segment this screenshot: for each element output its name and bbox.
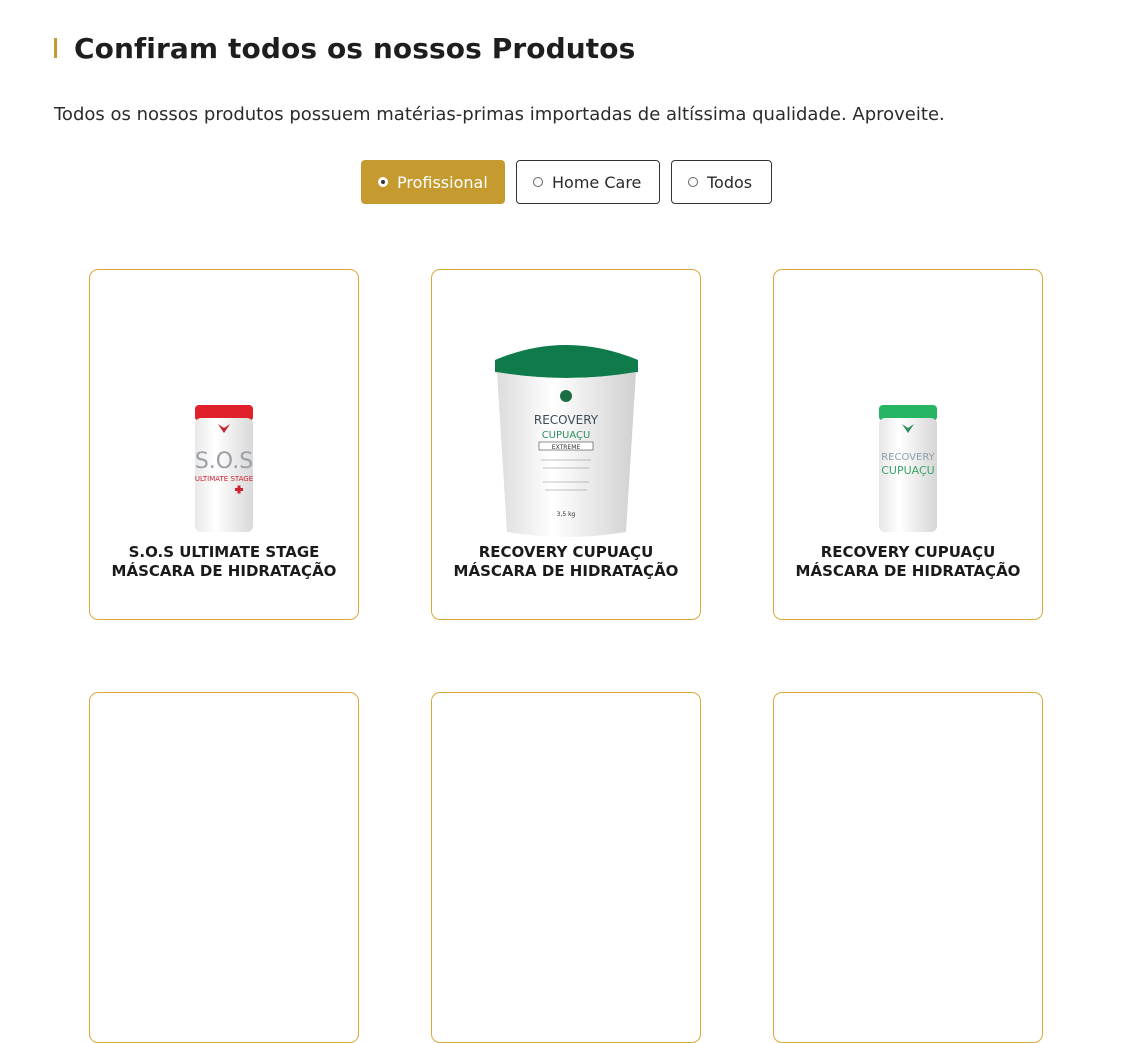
radio-icon: [533, 177, 543, 187]
product-image: RECOVERY CUPUAÇU: [774, 290, 1042, 540]
product-card[interactable]: [773, 692, 1043, 1043]
recovery-bucket-image: RECOVERY CUPUAÇU EXTREME 3,5 kg: [495, 345, 638, 537]
filter-label: Profissional: [397, 172, 488, 192]
title-accent-bar: [54, 38, 57, 58]
section-heading: Confiram todos os nossos Produtos: [54, 28, 635, 68]
jar-label-line: RECOVERY: [881, 452, 935, 463]
sos-jar-image: S.O.S ULTIMATE STAGE: [195, 405, 253, 532]
jar-label-line: CUPUAÇU: [881, 464, 934, 477]
filter-profissional[interactable]: Profissional: [361, 160, 505, 204]
page-title: Confiram todos os nossos Produtos: [74, 31, 636, 65]
product-name: RECOVERY CUPUAÇU MÁSCARA DE HIDRATAÇÃO: [453, 543, 679, 580]
product-name: RECOVERY CUPUAÇU MÁSCARA DE HIDRATAÇÃO: [795, 543, 1021, 580]
filter-label: Home Care: [552, 172, 642, 192]
filter-home-care[interactable]: Home Care: [516, 160, 660, 204]
filter-group: Profissional Home Care Todos: [361, 160, 772, 204]
bucket-label-line: CUPUAÇU: [542, 430, 591, 441]
product-image: S.O.S ULTIMATE STAGE: [90, 290, 358, 540]
product-card[interactable]: [89, 692, 359, 1043]
jar-label-line: S.O.S: [195, 449, 253, 474]
product-card[interactable]: [431, 692, 701, 1043]
bucket-label-line: EXTREME: [552, 444, 581, 451]
radio-icon: [378, 177, 388, 187]
section-subtitle: Todos os nossos produtos possuem matéria…: [54, 104, 945, 125]
recovery-jar-image: RECOVERY CUPUAÇU: [879, 405, 937, 532]
bucket-label-line: 3,5 kg: [557, 511, 576, 518]
product-card[interactable]: S.O.S ULTIMATE STAGE S.O.S ULTIMATE STAG…: [89, 269, 359, 620]
product-card[interactable]: RECOVERY CUPUAÇU EXTREME 3,5 kg RECOVERY…: [431, 269, 701, 620]
product-name: S.O.S ULTIMATE STAGE MÁSCARA DE HIDRATAÇ…: [111, 543, 337, 580]
product-card[interactable]: RECOVERY CUPUAÇU RECOVERY CUPUAÇU MÁSCAR…: [773, 269, 1043, 620]
radio-icon: [688, 177, 698, 187]
filter-label: Todos: [707, 172, 753, 192]
bucket-label-line: RECOVERY: [534, 413, 599, 427]
jar-label-line: ULTIMATE STAGE: [195, 475, 253, 483]
filter-todos[interactable]: Todos: [671, 160, 772, 204]
product-image: RECOVERY CUPUAÇU EXTREME 3,5 kg: [432, 290, 700, 540]
